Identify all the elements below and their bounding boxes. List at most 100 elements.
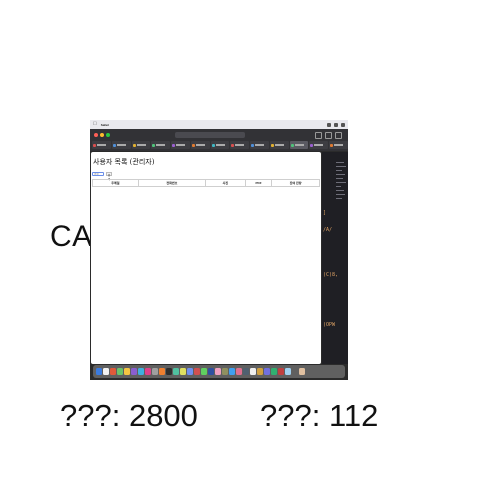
status-icon[interactable] (334, 122, 338, 127)
dock-app-icon[interactable] (271, 368, 277, 375)
browser-tab[interactable] (92, 141, 111, 149)
bottom-left-label: ???: 2800 (60, 398, 198, 433)
tab-title-placeholder (215, 144, 225, 146)
tab-title-placeholder (97, 144, 106, 146)
browser-tab[interactable] (171, 141, 190, 149)
browser-tab[interactable] (289, 141, 309, 149)
column-header[interactable]: PDF (244, 179, 273, 187)
status-icon[interactable] (341, 122, 345, 127)
dock-app-icon[interactable] (243, 368, 249, 375)
browser-tab[interactable] (131, 141, 151, 149)
dock-app-icon[interactable] (152, 368, 158, 375)
dock-app-icon[interactable] (257, 368, 263, 375)
tab-title-placeholder (176, 144, 186, 146)
bottom-right-label: ???: 112 (260, 398, 379, 433)
tab-bar (90, 141, 348, 150)
tab-title-placeholder (294, 144, 304, 146)
tab-favicon-icon (152, 143, 156, 147)
browser-tab[interactable] (151, 141, 171, 149)
browser-tab[interactable] (111, 141, 131, 149)
dock-app-icon[interactable] (236, 368, 242, 375)
code-line: ] (323, 210, 327, 216)
tab-favicon-icon (112, 143, 116, 147)
mac-menubar:  Safari (90, 120, 348, 129)
dock-app-icon[interactable] (138, 368, 144, 375)
share-icon[interactable] (315, 132, 322, 139)
dock-app-icon[interactable] (299, 368, 305, 375)
screenshot-frame:  Safari 사용자 목록 (관리자) 검색 (90, 120, 348, 380)
dock-app-icon[interactable] (124, 368, 130, 375)
toolbar-icons (315, 132, 342, 139)
dock-app-icon[interactable] (180, 368, 186, 375)
column-header[interactable]: 잔여 잔량 (271, 179, 320, 187)
dock-app-icon[interactable] (110, 368, 116, 375)
browser-tab[interactable] (210, 141, 230, 149)
dock-app-icon[interactable] (229, 368, 235, 375)
browser-tab[interactable] (190, 141, 210, 149)
dock-app-icon[interactable] (117, 368, 123, 375)
dock-app-icon[interactable] (145, 368, 151, 375)
dock-app-icon[interactable] (187, 368, 193, 375)
tab-title-placeholder (274, 144, 284, 146)
browser-chrome (90, 129, 348, 151)
column-header[interactable]: 사진 (204, 179, 246, 187)
dock-app-icon[interactable] (159, 368, 165, 375)
dock-app-icon[interactable] (194, 368, 200, 375)
column-header[interactable]: 주메일 (92, 179, 139, 187)
dock-app-icon[interactable] (96, 368, 102, 375)
tab-favicon-icon (231, 143, 235, 147)
dock-app-icon[interactable] (278, 368, 284, 375)
app-name-menu[interactable]: Safari (101, 123, 109, 127)
apple-menu-icon[interactable]:  (93, 122, 97, 127)
dock-app-icon[interactable] (173, 368, 179, 375)
tab-favicon-icon (251, 143, 255, 147)
user-table: 주메일 전화번호 사진 PDF 잔여 잔량 (92, 179, 320, 187)
code-line: (OPW (323, 322, 336, 328)
tab-favicon-icon (191, 143, 195, 147)
dock-app-icon[interactable] (250, 368, 256, 375)
tab-favicon-icon (290, 143, 294, 147)
dock-app-icon[interactable] (166, 368, 172, 375)
browser-tab[interactable] (269, 141, 289, 149)
ca-overlay-text: CA (50, 220, 93, 253)
tab-favicon-icon (211, 143, 215, 147)
dock-app-icon[interactable] (215, 368, 221, 375)
dock-app-icon[interactable] (201, 368, 207, 375)
browser-tab[interactable] (250, 141, 269, 149)
code-editor-panel: ] /A/ (C)8, (OPW (322, 152, 348, 364)
dock (93, 365, 345, 378)
browser-tab[interactable] (309, 141, 329, 149)
dock-app-icon[interactable] (222, 368, 228, 375)
close-window-icon[interactable] (94, 133, 98, 137)
browser-tab[interactable] (230, 141, 250, 149)
table-header-row: 주메일 전화번호 사진 PDF 잔여 잔량 (92, 179, 320, 187)
dock-app-icon[interactable] (264, 368, 270, 375)
status-icons (327, 122, 348, 127)
tab-title-placeholder (314, 144, 324, 146)
dock-app-icon[interactable] (285, 368, 291, 375)
search-button[interactable]: 검색 (106, 172, 112, 181)
dock-app-icon[interactable] (292, 368, 298, 375)
tab-title-placeholder (116, 144, 126, 146)
browser-tab[interactable] (329, 141, 348, 149)
column-header[interactable]: 전화번호 (137, 179, 206, 187)
tab-overview-icon[interactable] (335, 132, 342, 139)
minimize-window-icon[interactable] (100, 133, 104, 137)
dock-app-icon[interactable] (131, 368, 137, 375)
dock-app-icon[interactable] (208, 368, 214, 375)
tab-title-placeholder (235, 144, 245, 146)
address-bar[interactable] (175, 132, 245, 138)
search-input[interactable] (92, 172, 104, 176)
new-tab-icon[interactable] (325, 132, 332, 139)
tab-favicon-icon (172, 143, 176, 147)
dock-app-icon[interactable] (103, 368, 109, 375)
web-page: 사용자 목록 (관리자) 검색 주메일 전화번호 사진 PDF 잔여 잔량 (91, 152, 321, 364)
tab-favicon-icon (330, 143, 334, 147)
status-icon[interactable] (327, 122, 331, 127)
zoom-window-icon[interactable] (106, 133, 110, 137)
tab-title-placeholder (156, 144, 166, 146)
tab-favicon-icon (93, 143, 96, 147)
tab-title-placeholder (334, 144, 344, 146)
search-row: 검색 (92, 172, 112, 181)
tab-title-placeholder (195, 144, 205, 146)
